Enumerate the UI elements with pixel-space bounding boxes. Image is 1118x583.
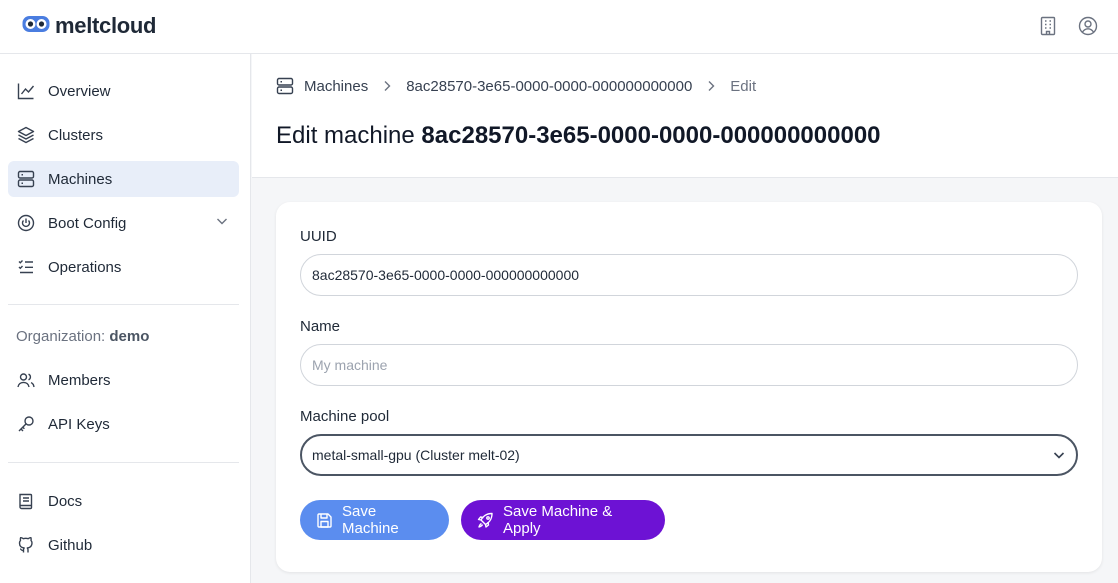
rocket-icon <box>477 512 494 529</box>
name-placeholder: My machine <box>312 357 388 373</box>
sidebar-item-label: API Keys <box>48 415 110 433</box>
chart-line-icon <box>16 81 36 101</box>
sidebar-item-github[interactable]: Github <box>8 527 239 563</box>
sidebar-item-label: Clusters <box>48 126 104 144</box>
uuid-value: 8ac28570-3e65-0000-0000-000000000000 <box>312 267 580 283</box>
sidebar-item-label: Operations <box>48 258 122 276</box>
key-icon <box>16 414 36 434</box>
list-checks-icon <box>16 257 36 277</box>
save-machine-button[interactable]: Save Machine <box>300 500 449 540</box>
name-label: Name <box>300 318 341 335</box>
edit-machine-form: UUID 8ac28570-3e65-0000-0000-00000000000… <box>276 202 1102 572</box>
uuid-label: UUID <box>300 228 337 245</box>
machine-pool-value: metal-small-gpu (Cluster melt-02) <box>312 447 520 463</box>
sidebar-item-clusters[interactable]: Clusters <box>8 117 239 153</box>
server-icon <box>16 169 36 189</box>
logo-icon <box>22 15 50 38</box>
chevron-down-icon[interactable] <box>215 214 229 232</box>
organization-prefix: Organization: <box>16 328 106 345</box>
sidebar-item-label: Github <box>48 536 93 554</box>
top-bar: meltcloud <box>0 0 1118 54</box>
sidebar-item-api-keys[interactable]: API Keys <box>8 406 239 442</box>
server-icon <box>276 77 294 95</box>
breadcrumb-machines[interactable]: Machines <box>304 78 368 95</box>
sidebar-item-machines[interactable]: Machines <box>8 161 239 197</box>
chevron-right-icon <box>381 80 393 92</box>
page-title-id: 8ac28570-3e65-0000-0000-000000000000 <box>421 122 881 149</box>
users-icon <box>16 370 36 390</box>
building-icon[interactable] <box>1037 15 1059 37</box>
chevron-down-icon <box>1052 448 1066 465</box>
page-title-prefix: Edit machine <box>276 122 415 149</box>
sidebar: Overview Clusters Machines Boot Config O… <box>0 54 251 583</box>
organization-name: demo <box>109 328 150 345</box>
power-icon <box>16 213 36 233</box>
uuid-field[interactable]: 8ac28570-3e65-0000-0000-000000000000 <box>300 254 1078 296</box>
breadcrumb-current: Edit <box>730 77 757 95</box>
github-icon <box>16 535 36 555</box>
sidebar-divider <box>8 304 239 305</box>
machine-pool-select[interactable]: metal-small-gpu (Cluster melt-02) <box>300 434 1078 476</box>
page-title: Edit machine 8ac28570-3e65-0000-0000-000… <box>276 122 881 150</box>
page-header: Machines 8ac28570-3e65-0000-0000-0000000… <box>252 54 1118 178</box>
user-circle-icon[interactable] <box>1077 15 1099 37</box>
sidebar-item-docs[interactable]: Docs <box>8 483 239 519</box>
organization-label: Organization: demo <box>16 328 149 345</box>
breadcrumb: Machines 8ac28570-3e65-0000-0000-0000000… <box>276 77 756 95</box>
save-machine-apply-button[interactable]: Save Machine & Apply <box>461 500 665 540</box>
sidebar-item-label: Docs <box>48 492 83 510</box>
sidebar-item-label: Machines <box>48 170 113 188</box>
sidebar-item-label: Boot Config <box>48 214 127 232</box>
layers-icon <box>16 125 36 145</box>
machine-pool-label: Machine pool <box>300 408 390 425</box>
sidebar-item-label: Overview <box>48 82 111 100</box>
app-logo[interactable]: meltcloud <box>22 13 157 39</box>
app-name: meltcloud <box>55 13 157 38</box>
sidebar-divider <box>8 462 239 463</box>
chevron-right-icon <box>705 80 717 92</box>
breadcrumb-machine-id[interactable]: 8ac28570-3e65-0000-0000-000000000000 <box>406 78 692 95</box>
save-machine-apply-label: Save Machine & Apply <box>503 503 613 537</box>
book-icon <box>16 491 36 511</box>
floppy-disk-icon <box>316 512 333 529</box>
sidebar-item-operations[interactable]: Operations <box>8 249 239 285</box>
sidebar-item-label: Members <box>48 371 111 389</box>
sidebar-item-boot-config[interactable]: Boot Config <box>8 205 239 241</box>
sidebar-item-members[interactable]: Members <box>8 362 239 398</box>
sidebar-item-overview[interactable]: Overview <box>8 73 239 109</box>
name-field[interactable]: My machine <box>300 344 1078 386</box>
save-machine-label: Save Machine <box>342 503 399 537</box>
